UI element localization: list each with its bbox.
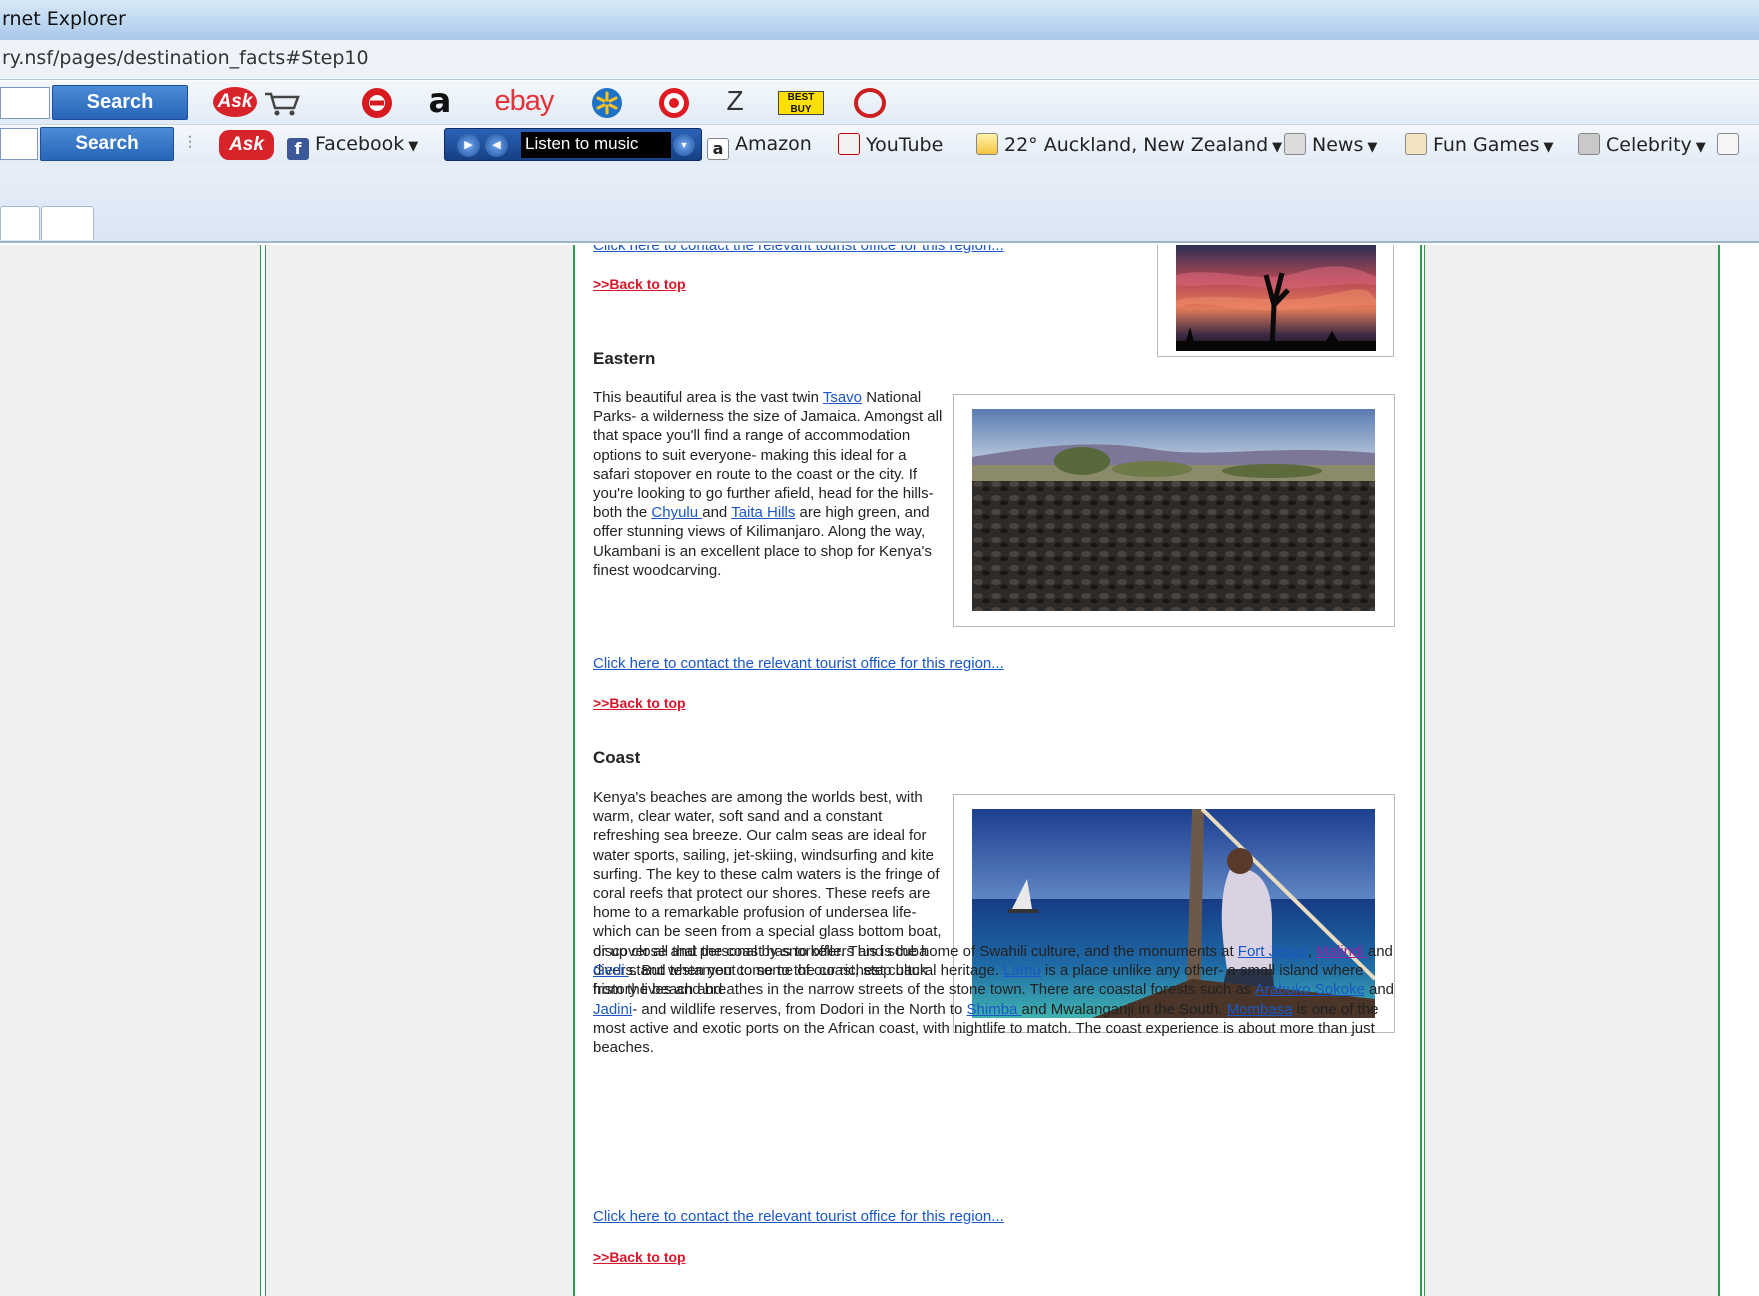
listen-to-music-widget[interactable]: ▶ ◀ Listen to music ▼ xyxy=(444,128,702,161)
tsavo-link[interactable]: Tsavo xyxy=(823,389,862,406)
toolbar1-search-input[interactable] xyxy=(0,87,50,119)
sunset-tree-photo xyxy=(1176,245,1376,351)
amazon-icon: a xyxy=(707,138,729,160)
taita-hills-link[interactable]: Taita Hills xyxy=(731,504,795,521)
tab-new[interactable] xyxy=(41,206,94,240)
more-toolbar-item[interactable] xyxy=(1717,133,1745,156)
more-icon xyxy=(1717,133,1739,155)
gedi-link[interactable]: Gedi xyxy=(593,962,629,979)
chevron-down-icon: ▼ xyxy=(1272,140,1283,155)
eastern-contact-link[interactable]: Click here to contact the relevant touri… xyxy=(593,655,1004,672)
youtube-icon xyxy=(838,133,860,155)
eastern-paragraph: This beautiful area is the vast twin Tsa… xyxy=(593,389,943,579)
games-icon xyxy=(1405,133,1427,155)
target-icon[interactable] xyxy=(656,87,692,119)
page-border xyxy=(260,245,261,1296)
left-sidebar xyxy=(265,245,573,1296)
youtube-link[interactable]: YouTube xyxy=(838,133,943,156)
toolbar1-search-button[interactable]: Search xyxy=(52,85,188,120)
right-margin xyxy=(1724,245,1759,1296)
arabuko-sokoke-link[interactable]: Arabuko Sokoke xyxy=(1255,981,1365,998)
volume-icon[interactable]: ◀ xyxy=(485,134,508,157)
address-url[interactable]: ry.nsf/pages/destination_facts#Step10 xyxy=(2,47,369,69)
celebrity-menu[interactable]: Celebrity ▼ xyxy=(1578,133,1706,156)
play-icon[interactable]: ▶ xyxy=(457,134,480,157)
chevron-down-icon: ▼ xyxy=(408,139,419,154)
malindi-link[interactable]: Malindi xyxy=(1316,943,1368,960)
ask-toolbar: Search ⋮ Ask f Facebook ▼ a Amazon YouTube … xyxy=(0,125,1759,165)
chevron-down-icon: ▼ xyxy=(1543,140,1554,155)
fun-games-menu[interactable]: Fun Games ▼ xyxy=(1405,133,1553,156)
bestbuy-icon[interactable]: BEST BUY xyxy=(778,91,824,115)
resize-handle-icon[interactable]: ⋮ xyxy=(183,133,197,155)
celebrity-icon xyxy=(1578,133,1600,155)
window-title: rnet Explorer xyxy=(2,8,126,30)
ask-cart-icon[interactable] xyxy=(357,87,397,119)
ebay-icon[interactable]: ebay xyxy=(484,85,564,119)
section-heading-eastern: Eastern xyxy=(593,349,656,368)
back-to-top-link[interactable]: >>Back to top xyxy=(593,276,686,292)
amazon-link[interactable]: a Amazon xyxy=(707,133,812,160)
web-page: Click here to contact the relevant touri… xyxy=(0,245,1759,1296)
chevron-down-icon: ▼ xyxy=(1367,140,1378,155)
lamu-link[interactable]: Lamu xyxy=(1003,962,1041,979)
coast-contact-link[interactable]: Click here to contact the relevant touri… xyxy=(593,1208,1004,1225)
window-titlebar: rnet Explorer xyxy=(0,0,1759,40)
ask-logo-icon[interactable]: Ask xyxy=(213,87,257,117)
chyulu-link[interactable]: Chyulu xyxy=(651,504,702,521)
content-border-right xyxy=(1424,245,1425,1296)
news-icon xyxy=(1284,133,1306,155)
cart-icon[interactable] xyxy=(262,89,302,117)
fort-jesus-link[interactable]: Fort Jesus xyxy=(1238,943,1308,960)
address-bar[interactable]: ry.nsf/pages/destination_facts#Step10 xyxy=(0,40,1759,80)
shimba-link[interactable]: Shimba xyxy=(967,1001,1022,1018)
amazon-icon[interactable]: a xyxy=(425,81,455,121)
coast-back-to-top-link[interactable]: >>Back to top xyxy=(593,1249,686,1265)
right-sidebar xyxy=(1425,245,1718,1296)
tab-current[interactable] xyxy=(0,206,40,240)
listen-label: Listen to music xyxy=(521,132,671,158)
walmart-icon[interactable] xyxy=(589,87,625,119)
jadini-link[interactable]: Jadini xyxy=(593,1001,632,1018)
coast-paragraph-2: discover all that the coast has to offer… xyxy=(593,943,1395,1057)
opera-icon[interactable] xyxy=(852,87,888,119)
page-border-right xyxy=(1718,245,1720,1296)
tsavo-lava-field-photo xyxy=(972,409,1375,611)
chevron-down-icon[interactable]: ▼ xyxy=(673,134,695,156)
content-border-right xyxy=(1420,245,1422,1296)
chevron-down-icon: ▼ xyxy=(1695,140,1706,155)
page-border xyxy=(265,245,266,1296)
facebook-menu[interactable]: f Facebook ▼ xyxy=(287,133,418,160)
contact-link-previous[interactable]: Click here to contact the relevant touri… xyxy=(593,245,1004,254)
weather-menu[interactable]: 22° Auckland, New Zealand ▼ xyxy=(976,133,1282,156)
news-menu[interactable]: News ▼ xyxy=(1284,133,1377,156)
mombasa-link[interactable]: Mombasa xyxy=(1227,1001,1293,1018)
ask-button-icon[interactable]: Ask xyxy=(219,130,274,160)
left-margin xyxy=(0,245,260,1296)
shopping-toolbar: Search Ask a ebay Z BEST BUY xyxy=(0,81,1759,125)
tab-strip xyxy=(0,165,1759,243)
facebook-icon: f xyxy=(287,138,309,160)
toolbar2-search-input[interactable] xyxy=(0,128,38,160)
weather-icon xyxy=(976,133,998,155)
section-heading-coast: Coast xyxy=(593,748,641,767)
zappos-icon[interactable]: Z xyxy=(718,85,752,119)
toolbar2-search-button[interactable]: Search xyxy=(40,127,174,161)
content-border-left xyxy=(573,245,575,1296)
eastern-back-to-top-link[interactable]: >>Back to top xyxy=(593,695,686,711)
